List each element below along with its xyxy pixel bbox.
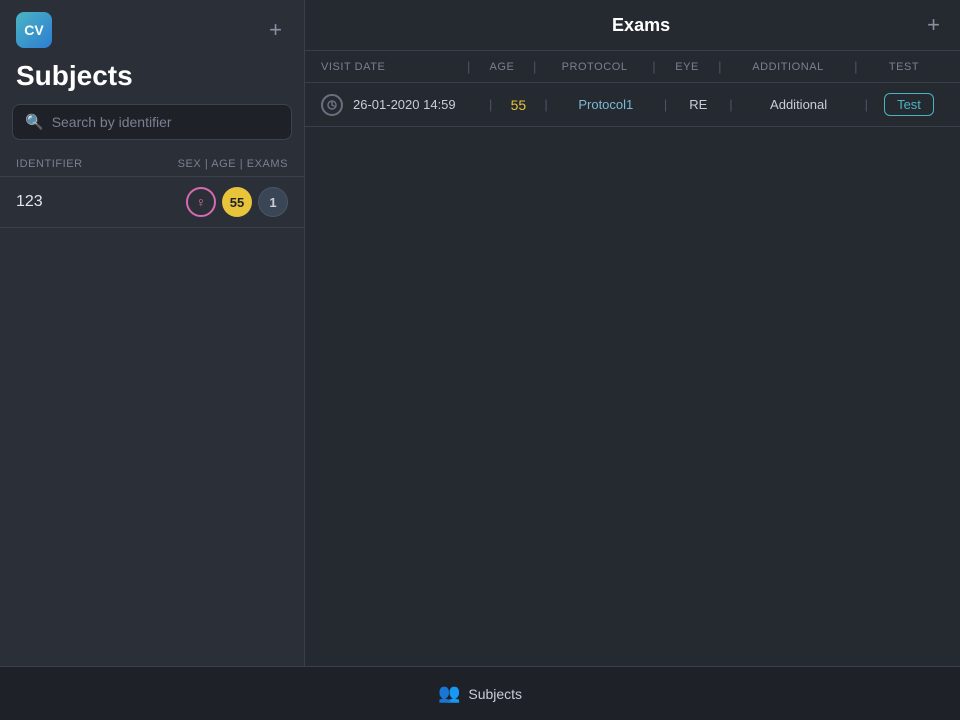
exam-eye: RE (673, 97, 723, 112)
subjects-nav-icon: 👥 (438, 683, 460, 704)
search-input[interactable] (52, 114, 279, 130)
exam-test-button-cell: Test (874, 93, 944, 116)
col-sex-age-exams-label: SEX | AGE | EXAMS (178, 158, 288, 170)
subject-badges: ♀ 55 1 (186, 187, 288, 217)
exams-header: Exams + (305, 0, 960, 51)
search-box: 🔍 (12, 104, 292, 140)
subjects-table-header: IDENTIFIER SEX | AGE | EXAMS (0, 152, 304, 177)
subjects-nav-label: Subjects (468, 686, 522, 702)
col-visit-date-label: VISIT DATE (321, 61, 461, 73)
col-eye-label: EYE (662, 61, 712, 73)
add-exam-button[interactable]: + (927, 12, 940, 38)
add-subject-button[interactable]: + (263, 17, 288, 43)
test-button[interactable]: Test (884, 93, 934, 116)
exam-status-icon (321, 94, 343, 116)
app-logo: CV (16, 12, 52, 48)
search-icon: 🔍 (25, 113, 44, 131)
sidebar-header: CV + (0, 0, 304, 56)
exam-age: 55 (498, 97, 538, 113)
exams-title: Exams (355, 15, 927, 36)
col-identifier-label: IDENTIFIER (16, 158, 178, 170)
subject-row[interactable]: 123 ♀ 55 1 (0, 177, 304, 228)
bottom-nav: 👥 Subjects (0, 666, 960, 720)
exams-count-badge: 1 (258, 187, 288, 217)
subject-identifier: 123 (16, 193, 186, 211)
exams-panel: Exams + VISIT DATE | AGE | PROTOCOL | EY… (305, 0, 960, 666)
exam-additional: Additional (739, 97, 859, 112)
exam-protocol: Protocol1 (554, 97, 658, 112)
exam-row[interactable]: 26-01-2020 14:59 | 55 | Protocol1 | RE |… (305, 83, 960, 127)
exams-table-header: VISIT DATE | AGE | PROTOCOL | EYE | ADDI… (305, 51, 960, 83)
search-container: 🔍 (0, 104, 304, 152)
col-test-label: TEST (864, 61, 944, 73)
sidebar: CV + Subjects 🔍 IDENTIFIER SEX | AGE | E… (0, 0, 305, 666)
col-additional-label: ADDITIONAL (728, 61, 848, 73)
sex-badge: ♀ (186, 187, 216, 217)
col-protocol-label: PROTOCOL (543, 61, 646, 73)
age-badge: 55 (222, 187, 252, 217)
col-age-label: AGE (477, 61, 527, 73)
page-title: Subjects (0, 56, 304, 104)
exam-visit-date: 26-01-2020 14:59 (353, 97, 483, 112)
